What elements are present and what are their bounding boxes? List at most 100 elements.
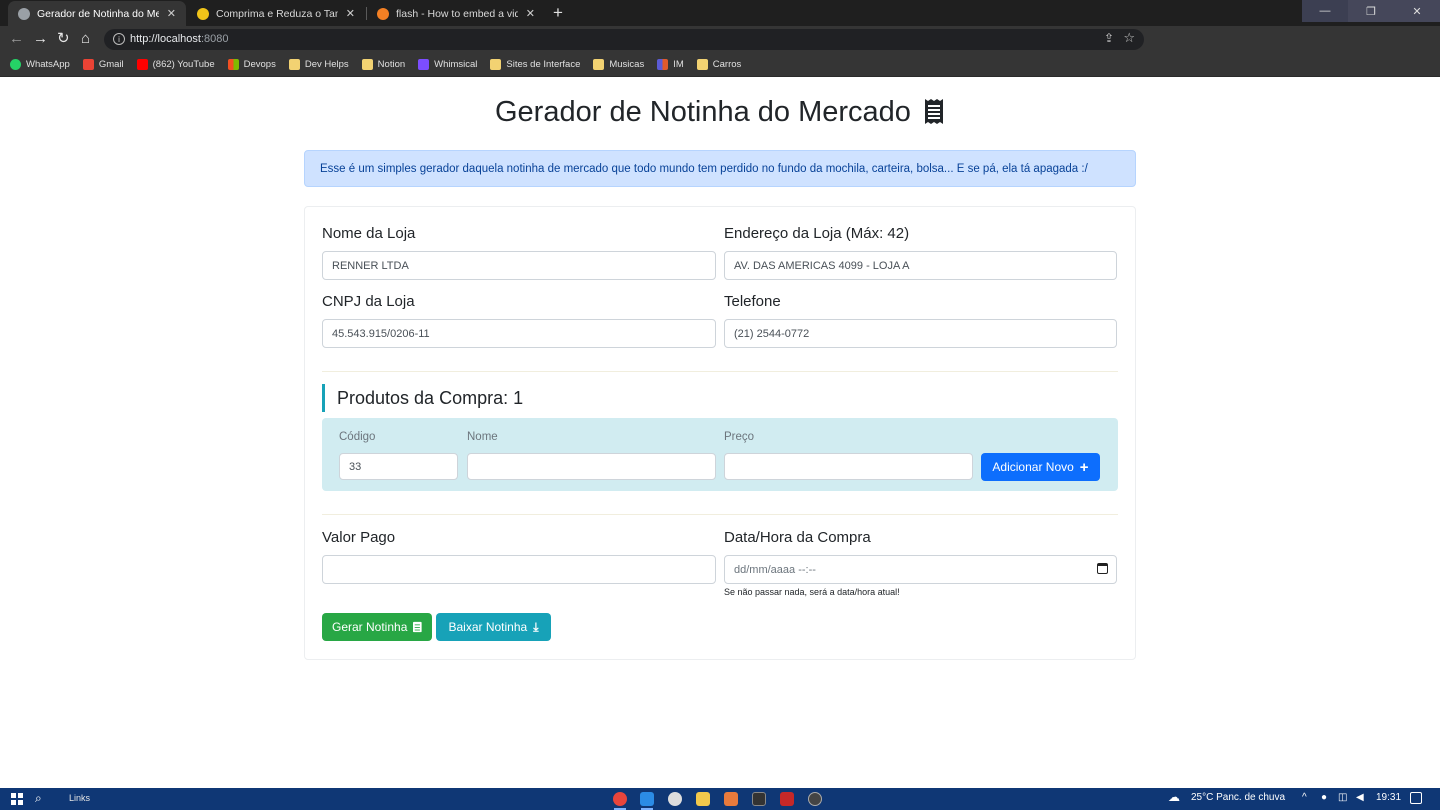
phone-label: Telefone bbox=[724, 293, 781, 310]
globe-icon bbox=[18, 7, 30, 20]
folder-icon bbox=[490, 59, 502, 70]
back-arrow-icon[interactable]: ← bbox=[9, 30, 24, 48]
links-toolbar[interactable]: Links bbox=[69, 793, 90, 803]
clock[interactable]: 19:31 bbox=[1376, 792, 1401, 803]
store-address-input[interactable]: AV. DAS AMERICAS 4099 - LOJA A bbox=[724, 251, 1117, 280]
bookmark-dev-helps[interactable]: Dev Helps bbox=[288, 59, 349, 70]
volume-icon[interactable]: ◀ bbox=[1356, 792, 1364, 803]
home-icon[interactable]: ⌂ bbox=[81, 30, 90, 48]
product-price-input[interactable] bbox=[724, 453, 973, 480]
document-icon bbox=[413, 621, 422, 633]
obs-icon[interactable] bbox=[668, 792, 682, 806]
folder-icon bbox=[361, 59, 373, 70]
download-receipt-button[interactable]: Baixar Notinha ⤓ bbox=[436, 613, 551, 641]
add-product-label: Adicionar Novo bbox=[992, 460, 1074, 474]
folder-icon bbox=[593, 59, 605, 70]
notifications-icon[interactable] bbox=[1410, 792, 1422, 804]
download-icon: ⤓ bbox=[533, 619, 539, 634]
youtube-icon bbox=[136, 59, 148, 70]
bookmark-star-icon[interactable]: ☆ bbox=[1123, 30, 1135, 46]
section-divider bbox=[322, 371, 1118, 372]
tab-gerador[interactable]: Gerador de Notinha do Mercado ✕ bbox=[8, 1, 186, 26]
chrome-icon[interactable] bbox=[613, 792, 627, 810]
bookmark-notion[interactable]: Notion bbox=[361, 59, 405, 70]
site-favicon-icon bbox=[197, 7, 209, 20]
im-icon bbox=[657, 59, 669, 70]
amount-paid-input[interactable] bbox=[322, 555, 716, 584]
site-info-icon[interactable]: i bbox=[113, 33, 125, 45]
store-icon[interactable] bbox=[724, 792, 738, 806]
explorer-icon[interactable] bbox=[696, 792, 710, 806]
forward-arrow-icon[interactable]: → bbox=[33, 30, 48, 48]
share-icon[interactable]: ⇪ bbox=[1104, 31, 1114, 45]
add-product-button[interactable]: Adicionar Novo + bbox=[981, 453, 1100, 481]
download-receipt-label: Baixar Notinha bbox=[448, 620, 528, 634]
bookmark-devops[interactable]: Devops bbox=[227, 59, 276, 70]
bookmark-gmail[interactable]: Gmail bbox=[82, 59, 124, 70]
generate-receipt-label: Gerar Notinha bbox=[332, 620, 408, 634]
reload-icon[interactable]: ↻ bbox=[57, 30, 70, 48]
weather-text[interactable]: 25°C Panc. de chuva bbox=[1191, 792, 1285, 803]
address-bar[interactable]: i http://localhost:8080 ⇪ ☆ bbox=[104, 29, 1144, 50]
section-divider bbox=[322, 514, 1118, 515]
page-title: Gerador de Notinha do Mercado bbox=[0, 96, 1440, 129]
purchase-datetime-input[interactable]: dd/mm/aaaa --:-- bbox=[724, 555, 1117, 584]
cnpj-input[interactable]: 45.543.915/0206-11 bbox=[322, 319, 716, 348]
network-icon[interactable]: ◫ bbox=[1338, 792, 1347, 803]
stackoverflow-icon bbox=[377, 7, 389, 20]
bookmark-im[interactable]: IM bbox=[657, 59, 684, 70]
restore-button[interactable]: ❐ bbox=[1348, 0, 1394, 22]
close-window-button[interactable]: ✕ bbox=[1394, 0, 1440, 22]
datetime-hint: Se não passar nada, será a data/hora atu… bbox=[724, 587, 900, 597]
receipt-icon bbox=[924, 99, 943, 124]
product-price-label: Preço bbox=[724, 431, 755, 443]
amount-paid-label: Valor Pago bbox=[322, 529, 396, 546]
bookmark-sites-de-interface[interactable]: Sites de Interface bbox=[490, 59, 580, 70]
gmail-icon bbox=[82, 59, 94, 70]
windows-start-icon[interactable] bbox=[11, 793, 23, 805]
close-tab-icon[interactable]: ✕ bbox=[526, 7, 535, 20]
folder-icon bbox=[288, 59, 300, 70]
bookmark-musicas[interactable]: Musicas bbox=[593, 59, 644, 70]
weather-icon[interactable]: ☁ bbox=[1168, 790, 1180, 804]
microphone-icon[interactable]: ● bbox=[1321, 792, 1327, 803]
browser-tab-bar: Gerador de Notinha do Mercado ✕ Comprima… bbox=[0, 0, 1440, 26]
filezilla-icon[interactable] bbox=[780, 792, 794, 806]
close-tab-icon[interactable]: ✕ bbox=[346, 7, 355, 20]
products-title: Produtos da Compra: 1 bbox=[322, 384, 523, 412]
bookmark-youtube[interactable]: (862) YouTube bbox=[136, 59, 215, 70]
terminal-icon[interactable] bbox=[752, 792, 766, 806]
tab-comprima[interactable]: Comprima e Reduza o Tamanho ✕ bbox=[187, 1, 365, 26]
product-code-input[interactable]: 33 bbox=[339, 453, 458, 480]
tab-title: Comprima e Reduza o Tamanho bbox=[216, 7, 338, 20]
purchase-datetime-label: Data/Hora da Compra bbox=[724, 529, 871, 546]
bookmark-whimsical[interactable]: Whimsical bbox=[418, 59, 477, 70]
window-controls: — ❐ ✕ bbox=[1302, 0, 1440, 22]
new-tab-button[interactable]: + bbox=[553, 3, 563, 23]
bookmark-carros[interactable]: Carros bbox=[696, 59, 741, 70]
tray-overflow-icon[interactable]: ^ bbox=[1302, 792, 1307, 803]
url-text: http://localhost:8080 bbox=[130, 33, 229, 45]
bookmark-whatsapp[interactable]: WhatsApp bbox=[10, 59, 70, 70]
datetime-placeholder: dd/mm/aaaa --:-- bbox=[734, 563, 816, 576]
plus-icon: + bbox=[1079, 458, 1089, 476]
minimize-button[interactable]: — bbox=[1302, 0, 1348, 22]
generate-receipt-button[interactable]: Gerar Notinha bbox=[322, 613, 432, 641]
info-alert: Esse é um simples gerador daquela notinh… bbox=[304, 150, 1136, 187]
whimsical-icon bbox=[418, 59, 430, 70]
whatsapp-icon bbox=[10, 59, 21, 70]
phone-input[interactable]: (21) 2544-0772 bbox=[724, 319, 1117, 348]
github-icon[interactable] bbox=[808, 792, 822, 806]
product-name-input[interactable] bbox=[467, 453, 716, 480]
search-icon[interactable]: ⌕ bbox=[35, 791, 42, 806]
product-code-label: Código bbox=[339, 431, 376, 443]
microsoft-icon bbox=[227, 59, 239, 70]
tab-title: Gerador de Notinha do Mercado bbox=[37, 7, 159, 20]
vscode-icon[interactable] bbox=[640, 792, 654, 810]
tab-flash[interactable]: flash - How to embed a video in ✕ bbox=[367, 1, 545, 26]
store-name-input[interactable]: RENNER LTDA bbox=[322, 251, 716, 280]
tab-title: flash - How to embed a video in bbox=[396, 7, 518, 20]
close-tab-icon[interactable]: ✕ bbox=[167, 7, 176, 20]
windows-taskbar: ⌕ Links ☁ 25°C Panc. de chuva ^ ● ◫ ◀ 19… bbox=[0, 788, 1440, 810]
calendar-icon[interactable] bbox=[1097, 563, 1108, 574]
